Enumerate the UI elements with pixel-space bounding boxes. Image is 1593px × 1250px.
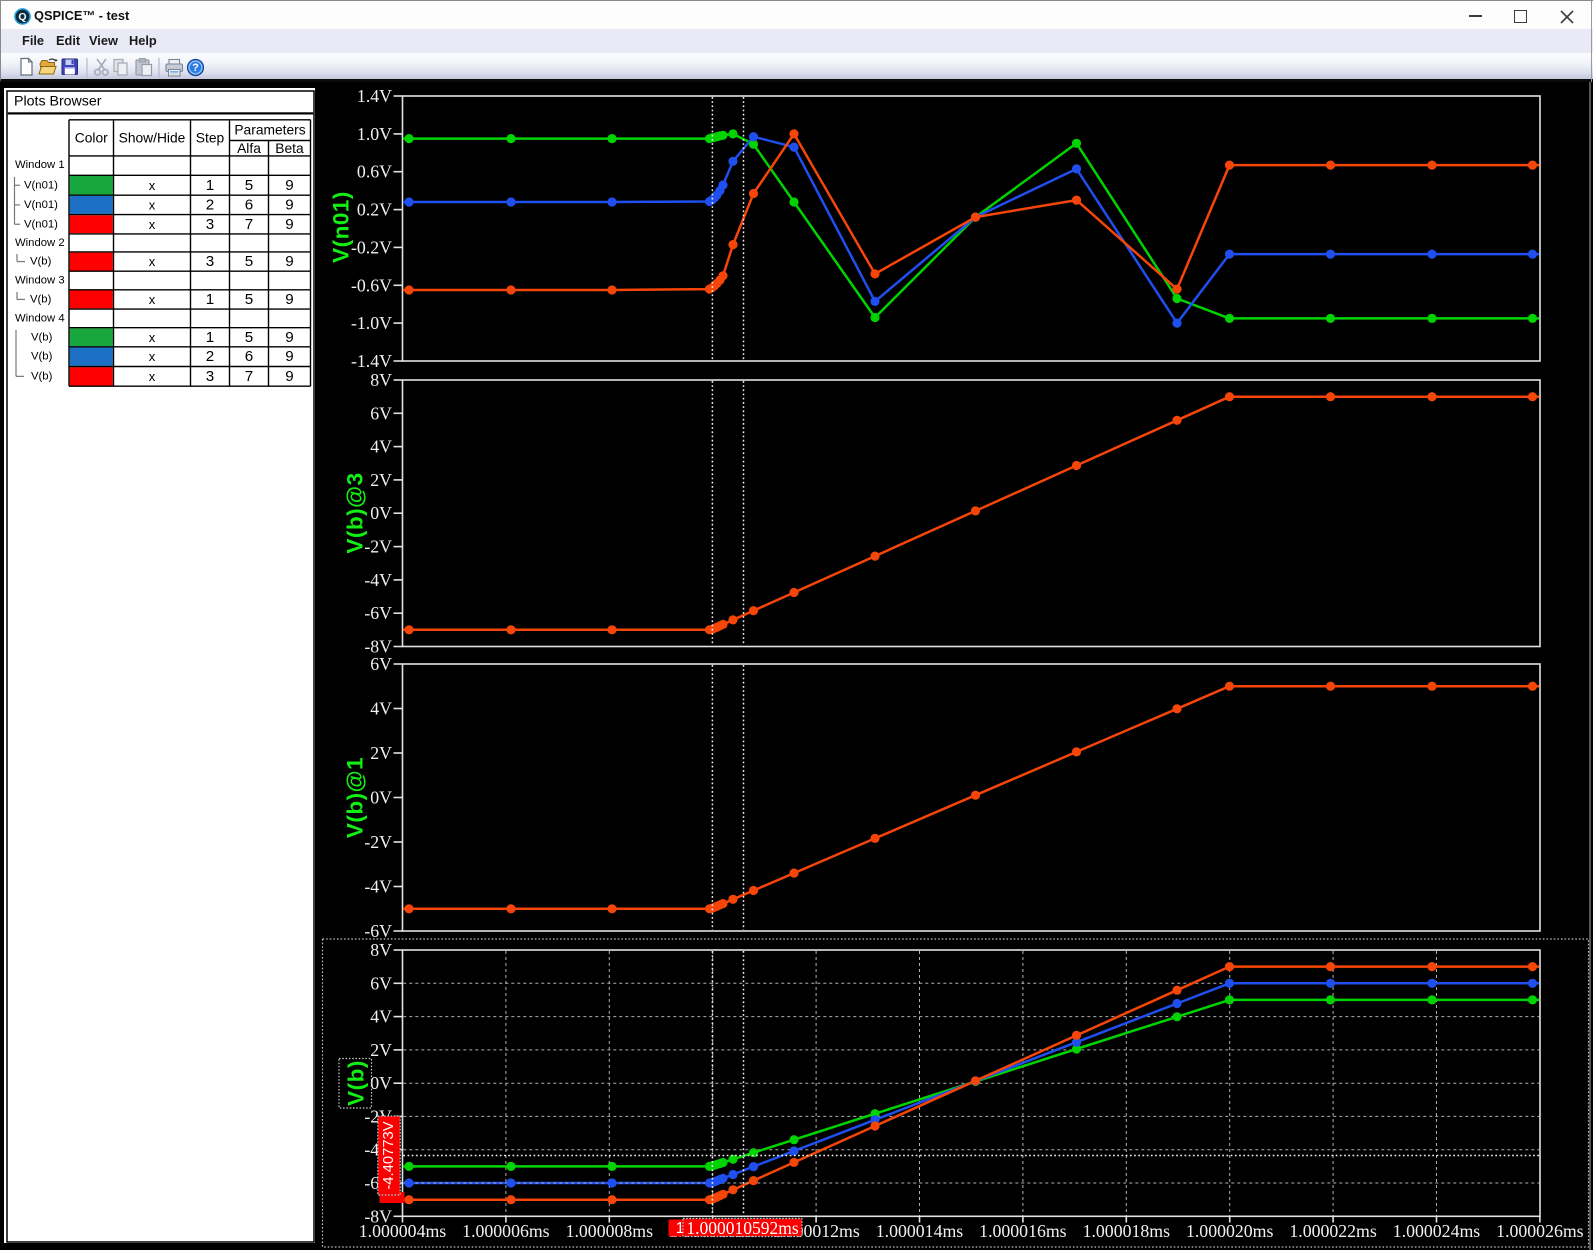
svg-text:V(n01): V(n01)	[329, 191, 354, 263]
svg-text:0V: 0V	[370, 503, 392, 523]
svg-text:4V: 4V	[370, 437, 392, 457]
svg-text:1: 1	[206, 177, 214, 194]
svg-text:V(b): V(b)	[31, 351, 53, 363]
svg-text:Window 3: Window 3	[15, 275, 65, 287]
svg-text:2: 2	[206, 348, 214, 365]
svg-text:1.000008ms: 1.000008ms	[566, 1221, 654, 1241]
svg-text:V(b): V(b)	[30, 256, 52, 268]
svg-text:0V: 0V	[370, 788, 392, 808]
svg-text:1.000016ms: 1.000016ms	[979, 1221, 1067, 1241]
svg-text:-6V: -6V	[364, 603, 392, 623]
svg-text:1.000010592ms: 1.000010592ms	[686, 1218, 798, 1238]
svg-text:V(b)@3: V(b)@3	[343, 472, 368, 553]
svg-text:Parameters: Parameters	[234, 123, 305, 138]
svg-text:x: x	[149, 369, 156, 384]
svg-text:x: x	[149, 217, 156, 232]
svg-text:2V: 2V	[370, 743, 392, 763]
svg-text:-2V: -2V	[364, 537, 392, 557]
svg-text:V(n01): V(n01)	[24, 218, 58, 230]
svg-text:1.0V: 1.0V	[357, 124, 392, 144]
svg-text:1.000006ms: 1.000006ms	[462, 1221, 550, 1241]
svg-text:3: 3	[206, 216, 214, 233]
svg-text:-4.40773V: -4.40773V	[381, 1121, 397, 1189]
svg-text:9: 9	[285, 196, 293, 213]
svg-text:V(b): V(b)	[344, 1060, 369, 1106]
svg-text:V(b): V(b)	[30, 293, 52, 305]
svg-text:6V: 6V	[370, 654, 392, 674]
svg-text:-0.2V: -0.2V	[351, 237, 392, 257]
svg-text:-6V: -6V	[364, 921, 392, 941]
svg-text:9: 9	[285, 348, 293, 365]
svg-text:7: 7	[245, 216, 253, 233]
svg-text:2V: 2V	[370, 1040, 392, 1060]
svg-text:-4V: -4V	[364, 570, 392, 590]
svg-text:6: 6	[245, 196, 253, 213]
svg-text:-1.4V: -1.4V	[351, 351, 392, 371]
svg-text:V(b)@1: V(b)@1	[343, 757, 368, 838]
svg-text:7: 7	[245, 368, 253, 385]
svg-text:1: 1	[206, 329, 214, 346]
svg-text:9: 9	[285, 253, 293, 270]
svg-text:-2V: -2V	[364, 832, 392, 852]
svg-text:5: 5	[245, 177, 253, 194]
svg-text:0.2V: 0.2V	[357, 200, 392, 220]
svg-text:1.4V: 1.4V	[357, 86, 392, 106]
svg-text:Window 1: Window 1	[15, 159, 65, 171]
svg-text:2: 2	[206, 196, 214, 213]
svg-text:9: 9	[285, 216, 293, 233]
svg-text:9: 9	[285, 177, 293, 194]
svg-text:4V: 4V	[370, 1007, 392, 1027]
svg-text:Color: Color	[75, 131, 108, 146]
svg-text:-4V: -4V	[364, 877, 392, 897]
svg-text:1.000024ms: 1.000024ms	[1393, 1221, 1481, 1241]
svg-text:Beta: Beta	[275, 141, 304, 156]
svg-text:Window 4: Window 4	[15, 312, 65, 324]
svg-text:6V: 6V	[370, 973, 392, 993]
svg-text:1.000020ms: 1.000020ms	[1186, 1221, 1274, 1241]
svg-text:x: x	[149, 254, 156, 269]
svg-text:2V: 2V	[370, 470, 392, 490]
svg-text:V(b): V(b)	[31, 370, 53, 382]
svg-text:9: 9	[285, 291, 293, 308]
svg-text:5: 5	[245, 291, 253, 308]
svg-text:x: x	[149, 349, 156, 364]
svg-text:V(b): V(b)	[31, 331, 53, 343]
svg-text:3: 3	[206, 253, 214, 270]
svg-text:6V: 6V	[370, 403, 392, 423]
svg-text:5: 5	[245, 329, 253, 346]
svg-text:Window 2: Window 2	[15, 237, 65, 249]
svg-text:-1.0V: -1.0V	[351, 313, 392, 333]
svg-text:9: 9	[285, 368, 293, 385]
svg-text:1.000004ms: 1.000004ms	[359, 1221, 447, 1241]
svg-text:4V: 4V	[370, 699, 392, 719]
svg-text:x: x	[149, 292, 156, 307]
svg-text:Step: Step	[196, 131, 225, 146]
svg-text:0V: 0V	[370, 1073, 392, 1093]
svg-text:Plots Browser: Plots Browser	[14, 94, 102, 110]
svg-text:x: x	[149, 197, 156, 212]
svg-text:1: 1	[206, 291, 214, 308]
svg-text:x: x	[149, 178, 156, 193]
svg-text:1.000022ms: 1.000022ms	[1289, 1221, 1377, 1241]
svg-text:6: 6	[245, 348, 253, 365]
svg-text:-0.6V: -0.6V	[351, 275, 392, 295]
svg-text:5: 5	[245, 253, 253, 270]
svg-text:3: 3	[206, 368, 214, 385]
svg-text:8V: 8V	[370, 370, 392, 390]
svg-text:x: x	[149, 330, 156, 345]
svg-text:9: 9	[285, 329, 293, 346]
svg-text:1.000014ms: 1.000014ms	[876, 1221, 964, 1241]
svg-text:8V: 8V	[370, 940, 392, 960]
svg-text:0.6V: 0.6V	[357, 162, 392, 182]
svg-text:V(n01): V(n01)	[24, 179, 58, 191]
svg-text:V(n01): V(n01)	[24, 199, 58, 211]
svg-text:1.000026ms: 1.000026ms	[1496, 1221, 1584, 1241]
svg-text:Alfa: Alfa	[237, 141, 261, 156]
svg-text:1.000018ms: 1.000018ms	[1083, 1221, 1171, 1241]
svg-text:Show/Hide: Show/Hide	[119, 131, 186, 146]
